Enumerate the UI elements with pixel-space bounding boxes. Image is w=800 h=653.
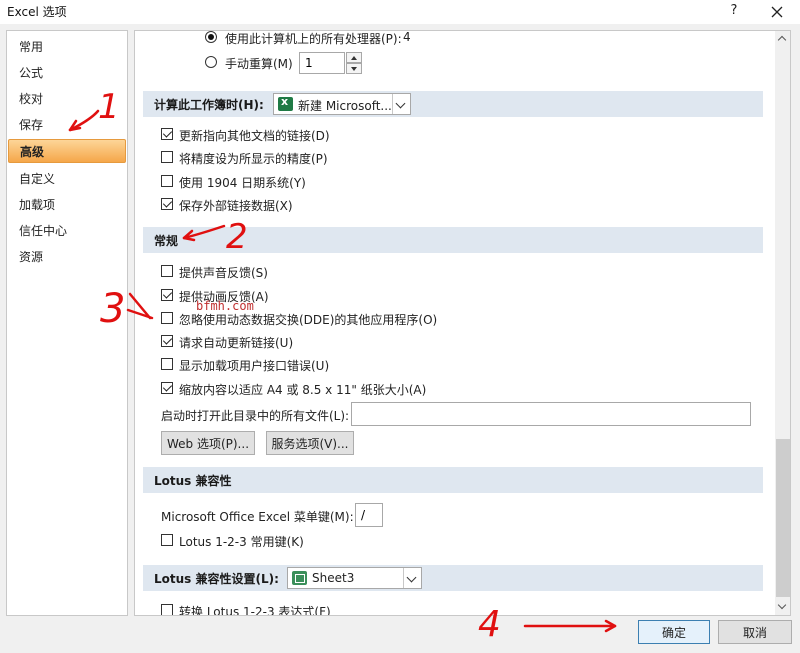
spin-up-icon[interactable] <box>346 52 362 63</box>
section-general-title: 常规 <box>154 234 179 248</box>
workbook-select-value: 新建 Microsoft... <box>298 99 392 113</box>
section-lotus-title: Lotus 兼容性 <box>154 474 232 488</box>
scroll-up-icon[interactable] <box>775 31 790 47</box>
spin-down-icon[interactable] <box>346 63 362 74</box>
nav-item-advanced[interactable]: 高级 <box>8 139 126 163</box>
sheet-select-value: Sheet3 <box>312 571 355 585</box>
nav-item-addins[interactable]: 加载项 <box>8 193 126 217</box>
section-lotus: Lotus 兼容性 <box>143 467 763 493</box>
manual-threads-spinner[interactable] <box>346 52 362 74</box>
auto-update-links-checkbox[interactable] <box>161 335 173 347</box>
web-options-button[interactable]: Web 选项(P)... <box>161 431 255 455</box>
nav-item-save[interactable]: 保存 <box>8 113 126 137</box>
close-button[interactable] <box>762 0 792 22</box>
scroll-thumb[interactable] <box>776 439 790 597</box>
nav-item-formulas[interactable]: 公式 <box>8 61 126 85</box>
lotus-formulas-checkbox[interactable] <box>161 604 173 615</box>
sound-feedback-label: 提供声音反馈(S) <box>179 266 268 280</box>
section-calc-workbook-title: 计算此工作簿时(H): <box>154 98 264 112</box>
menu-key-label: Microsoft Office Excel 菜单键(M): <box>161 510 354 524</box>
section-general: 常规 <box>143 227 763 253</box>
nav-item-common[interactable]: 常用 <box>8 35 126 59</box>
nav-item-trust-center[interactable]: 信任中心 <box>8 219 126 243</box>
lotus-formulas-label: 转换 Lotus 1-2-3 表达式(F) <box>179 605 331 616</box>
sheet-select[interactable]: Sheet3 <box>287 567 422 589</box>
watermark-text: bfmh.com <box>196 299 254 313</box>
addin-errors-checkbox[interactable] <box>161 358 173 370</box>
update-links-label: 更新指向其他文档的链接(D) <box>179 129 330 143</box>
lotus-nav-keys-label: Lotus 1-2-3 常用键(K) <box>179 535 304 549</box>
nav-item-customize[interactable]: 自定义 <box>8 167 126 191</box>
addin-errors-label: 显示加载项用户接口错误(U) <box>179 359 330 373</box>
section-lotus-settings: Lotus 兼容性设置(L): <box>143 565 763 591</box>
all-processors-radio[interactable] <box>205 31 217 43</box>
nav-item-resources[interactable]: 资源 <box>8 245 126 269</box>
help-button[interactable]: ? <box>722 0 746 22</box>
menu-key-field[interactable] <box>355 503 383 527</box>
chevron-down-icon[interactable] <box>392 94 410 114</box>
vertical-scrollbar[interactable] <box>775 31 790 615</box>
title-bar: Excel 选项 ? <box>0 0 800 24</box>
precision-checkbox[interactable] <box>161 151 173 163</box>
manual-threads-field[interactable] <box>299 52 345 74</box>
date1904-checkbox[interactable] <box>161 175 173 187</box>
worksheet-icon <box>292 571 307 585</box>
scroll-down-icon[interactable] <box>775 599 790 615</box>
startup-folder-input[interactable] <box>352 403 750 425</box>
save-external-label: 保存外部链接数据(X) <box>179 199 293 213</box>
menu-key-input[interactable] <box>356 504 382 526</box>
service-options-button[interactable]: 服务选项(V)... <box>266 431 354 455</box>
ignore-dde-label: 忽略使用动态数据交换(DDE)的其他应用程序(O) <box>179 313 438 327</box>
auto-update-links-label: 请求自动更新链接(U) <box>179 336 294 350</box>
manual-threads-label: 手动重算(M) <box>225 57 293 71</box>
cancel-button[interactable]: 取消 <box>718 620 792 644</box>
manual-threads-radio[interactable] <box>205 56 217 68</box>
precision-label: 将精度设为所显示的精度(P) <box>179 152 328 166</box>
scale-a4-label: 缩放内容以适应 A4 或 8.5 x 11" 纸张大小(A) <box>179 383 427 397</box>
section-lotus-settings-title: Lotus 兼容性设置(L): <box>154 572 279 586</box>
all-processors-label: 使用此计算机上的所有处理器(P): <box>225 32 402 46</box>
window-title: Excel 选项 <box>7 5 67 19</box>
nav-item-proofing[interactable]: 校对 <box>8 87 126 111</box>
category-nav: 常用 公式 校对 保存 高级 自定义 加载项 信任中心 资源 <box>6 30 128 616</box>
date1904-label: 使用 1904 日期系统(Y) <box>179 176 306 190</box>
workbook-select[interactable]: 新建 Microsoft... <box>273 93 411 115</box>
startup-folder-label: 启动时打开此目录中的所有文件(L): <box>161 409 350 423</box>
dialog-footer: 确定 取消 <box>0 616 800 653</box>
save-external-checkbox[interactable] <box>161 198 173 210</box>
ok-button[interactable]: 确定 <box>638 620 710 644</box>
chevron-down-icon[interactable] <box>403 568 421 588</box>
startup-folder-field[interactable] <box>351 402 751 426</box>
section-calc-workbook: 计算此工作簿时(H): <box>143 91 763 117</box>
update-links-checkbox[interactable] <box>161 128 173 140</box>
animation-feedback-checkbox[interactable] <box>161 289 173 301</box>
close-icon <box>771 6 783 18</box>
manual-threads-input[interactable] <box>300 53 344 73</box>
ignore-dde-checkbox[interactable] <box>161 312 173 324</box>
options-content: 使用此计算机上的所有处理器(P): 4 手动重算(M) 计算此工作簿时(H): … <box>134 30 791 616</box>
sound-feedback-checkbox[interactable] <box>161 265 173 277</box>
scale-a4-checkbox[interactable] <box>161 382 173 394</box>
excel-workbook-icon <box>278 95 293 111</box>
processor-count: 4 <box>403 30 411 44</box>
lotus-nav-keys-checkbox[interactable] <box>161 534 173 546</box>
